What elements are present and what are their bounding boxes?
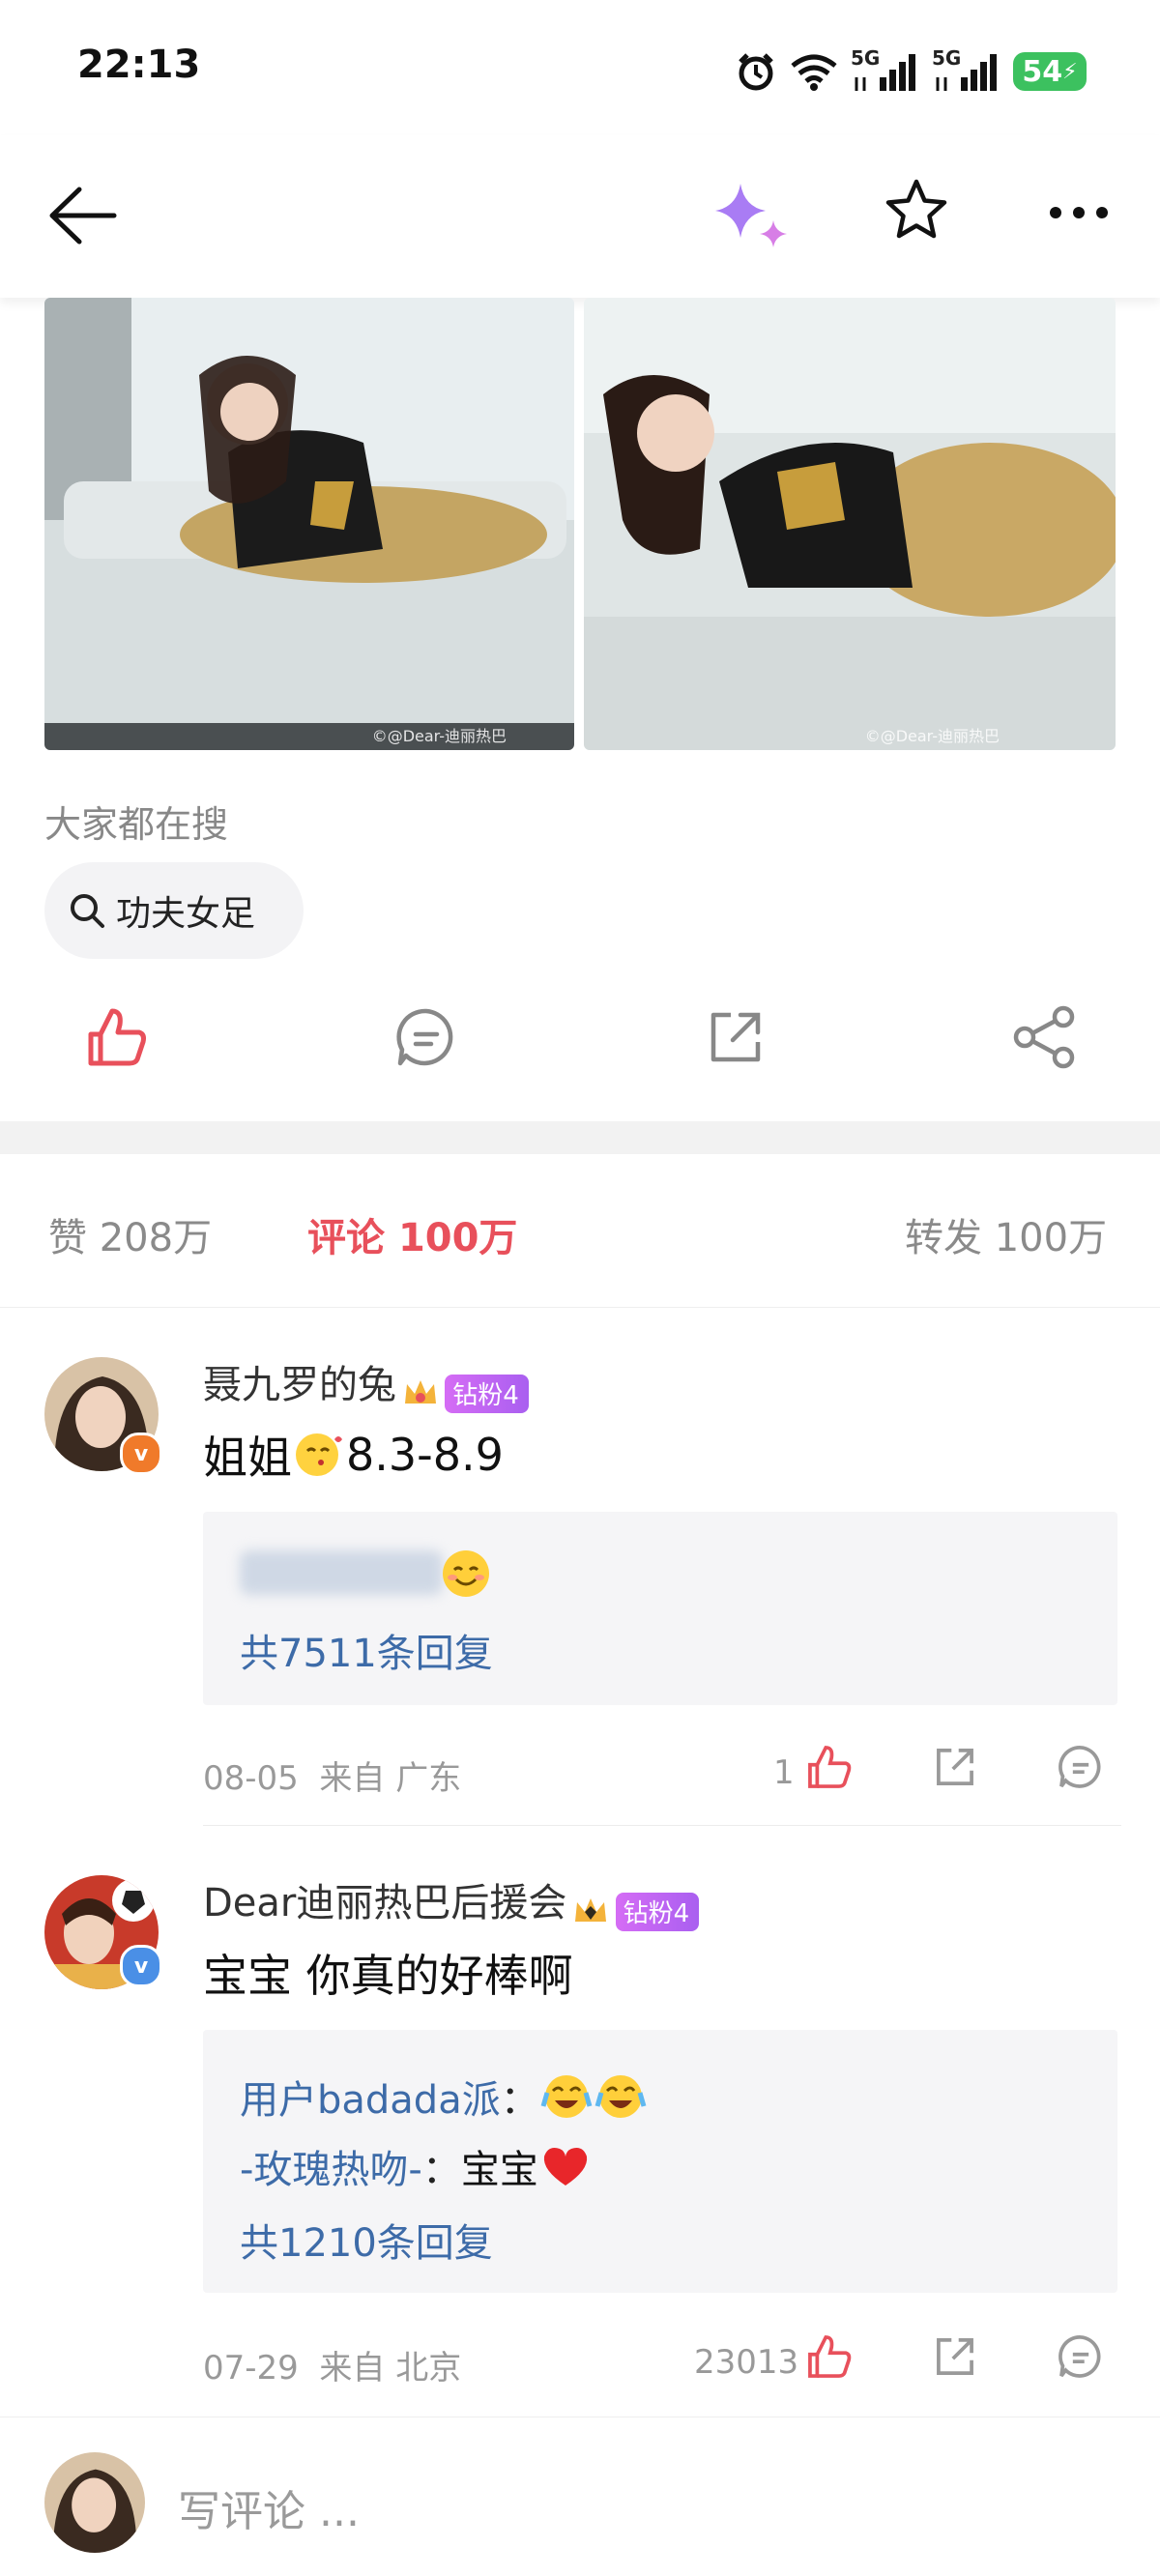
- share-icon[interactable]: [1011, 1003, 1079, 1071]
- smile-emoji-icon: [443, 1550, 489, 1597]
- reply-count-link[interactable]: 共7511条回复: [240, 1622, 493, 1678]
- crown-icon: [575, 1897, 607, 1922]
- blurred-reply-content: [240, 1550, 443, 1595]
- search-icon: [71, 894, 104, 928]
- kiss-emoji-icon: [296, 1433, 342, 1476]
- comment-text: 姐姐 8.3-8.9: [203, 1429, 504, 1484]
- comment-repost-icon[interactable]: [930, 1742, 980, 1792]
- comment-icon[interactable]: [392, 1003, 460, 1071]
- comment-compose-bar: [0, 2417, 1160, 2576]
- reply-box[interactable]: 用户badada派 ： -玫瑰热吻- ： 宝宝 共1210条回复: [203, 2030, 1117, 2293]
- comment-separator: [203, 1825, 1121, 1826]
- hot-search-chip[interactable]: 功夫女足: [44, 862, 304, 959]
- verified-badge-icon: v: [120, 1433, 162, 1475]
- signal-5g-icon-2: 5G: [932, 46, 1001, 95]
- comment-text: 宝宝 你真的好棒啊: [203, 1950, 573, 2002]
- comment-reply-icon[interactable]: [1056, 1742, 1106, 1792]
- crying-laugh-emoji-icon: [540, 2075, 593, 2118]
- crown-icon: [405, 1379, 437, 1404]
- reply-item: 用户badada派 ：: [240, 2069, 648, 2125]
- comment-username[interactable]: 聂九罗的兔: [203, 1363, 396, 1407]
- comment-like-count: 1: [773, 1753, 795, 1792]
- section-divider: [0, 1121, 1160, 1154]
- repost-icon[interactable]: [702, 1003, 769, 1071]
- comment-header: Dear迪丽热巴后援会 钻粉4: [203, 1871, 700, 1931]
- reply-box[interactable]: 共7511条回复: [203, 1512, 1117, 1705]
- comment-meta: 08-05 来自 广东: [203, 1759, 462, 1798]
- favorite-star-icon[interactable]: [882, 176, 951, 246]
- photo-watermark: ©@Dear-迪丽热巴: [864, 727, 1000, 745]
- status-bar: 22:13 5G 5G 54 ⚡: [0, 0, 1160, 135]
- comment-avatar-wrapper[interactable]: v: [44, 1357, 162, 1475]
- status-time: 22:13: [77, 43, 201, 87]
- photo-watermark: ©@Dear-迪丽热巴: [371, 727, 507, 745]
- tab-likes[interactable]: 赞 208万: [48, 1206, 212, 1262]
- comment-like-icon[interactable]: [804, 1742, 855, 1792]
- comment-repost-icon[interactable]: [930, 2331, 980, 2382]
- battery-indicator: 54 ⚡: [1013, 52, 1087, 91]
- red-heart-icon: [543, 2148, 588, 2185]
- my-avatar[interactable]: [44, 2452, 145, 2553]
- comment-reply-icon[interactable]: [1056, 2331, 1106, 2382]
- comment-meta: 07-29 来自 北京: [203, 2349, 462, 2388]
- fan-level-badge: 钻粉4: [445, 1374, 529, 1413]
- crying-laugh-emoji-icon: [594, 2075, 647, 2118]
- comment-username[interactable]: Dear迪丽热巴后援会: [203, 1881, 566, 1925]
- reply-username[interactable]: -玫瑰热吻-: [240, 2138, 422, 2194]
- post-action-bar: [0, 986, 1160, 1092]
- comment-avatar-wrapper[interactable]: v: [44, 1875, 162, 1989]
- alarm-icon: [739, 53, 773, 91]
- verified-badge-icon: v: [120, 1945, 162, 1987]
- back-arrow-icon[interactable]: [46, 184, 120, 247]
- comment-like-icon[interactable]: [804, 2331, 855, 2382]
- fan-level-badge: 钻粉4: [615, 1892, 700, 1931]
- reply-count-link[interactable]: 共1210条回复: [240, 2212, 493, 2268]
- comment-like-count: 23013: [694, 2343, 799, 2382]
- more-options-icon[interactable]: [1048, 205, 1110, 220]
- wifi-icon: [791, 54, 837, 91]
- ai-sparkle-icon[interactable]: [711, 178, 795, 255]
- post-photo-1[interactable]: ©@Dear-迪丽热巴: [44, 298, 574, 750]
- hot-search-term: 功夫女足: [116, 894, 256, 934]
- interaction-tabs: 赞 208万 评论 100万 转发 100万: [0, 1154, 1160, 1308]
- comment-input[interactable]: 写评论 ...: [178, 2476, 360, 2538]
- signal-5g-icon-1: 5G: [851, 46, 920, 95]
- like-thumb-icon[interactable]: [83, 1003, 151, 1071]
- post-photo-2[interactable]: ©@Dear-迪丽热巴: [584, 298, 1116, 750]
- tab-comments[interactable]: 评论 100万: [307, 1206, 517, 1262]
- status-icons: 5G 5G 54 ⚡: [735, 44, 1087, 99]
- hot-search-label: 大家都在搜: [44, 803, 229, 846]
- reply-item: -玫瑰热吻- ： 宝宝: [240, 2138, 593, 2194]
- tab-reposts[interactable]: 转发 100万: [905, 1206, 1107, 1262]
- reply-username[interactable]: 用户badada派: [240, 2069, 501, 2125]
- top-bar: [0, 135, 1160, 298]
- comment-header: 聂九罗的兔 钻粉4: [203, 1353, 529, 1413]
